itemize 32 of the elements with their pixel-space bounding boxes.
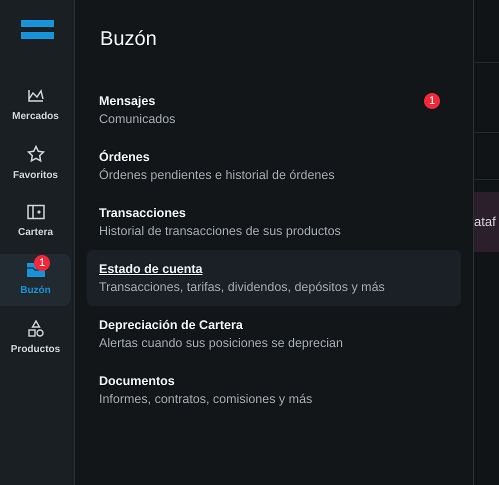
notification-badge: 1 (34, 255, 50, 271)
menu-item[interactable]: Mensajes Comunicados 1 (87, 82, 461, 138)
item-title: Mensajes (99, 93, 156, 110)
menu-item[interactable]: Transacciones Historial de transacciones de sus productos (87, 194, 461, 250)
notification-badge: 1 (424, 93, 440, 109)
shapes-icon (28, 320, 44, 336)
menu-icon[interactable] (20, 20, 54, 39)
drawer-title: Buzón (100, 27, 157, 52)
item-subtitle: Órdenes pendientes e historial de órdenes (99, 167, 335, 184)
menu-item[interactable]: Estado de cuenta Transacciones, tarifas, dividendos, depósitos y más (87, 250, 461, 306)
sidebar-item[interactable]: Favoritos (0, 138, 71, 190)
sidebar-item[interactable]: Productos (0, 312, 71, 364)
sidebar-item[interactable]: Cartera (0, 196, 71, 248)
item-title: Transacciones (99, 205, 186, 222)
sidebar-item[interactable]: Mercados (0, 80, 71, 132)
item-subtitle: Comunicados (99, 111, 176, 128)
menu-item[interactable]: Órdenes Órdenes pendientes e historial de órdenes (87, 138, 461, 194)
wallet-icon (26, 204, 44, 220)
item-title: Estado de cuenta (99, 261, 202, 278)
item-title: Depreciación de Cartera (99, 317, 243, 334)
item-subtitle: Informes, contratos, comisiones y más (99, 391, 312, 408)
menu-item[interactable]: Documentos Informes, contratos, comisiones y más (87, 362, 461, 418)
chart-icon (26, 88, 44, 104)
item-subtitle: Transacciones, tarifas, dividendos, depósitos y más (99, 279, 385, 296)
item-subtitle: Alertas cuando sus posiciones se deprecian (99, 335, 343, 352)
item-subtitle: Historial de transacciones de sus productos (99, 223, 341, 240)
partial-text: ataf (474, 213, 496, 232)
sidebar-item[interactable]: Buzón 1 (0, 254, 71, 306)
menu-item[interactable]: Depreciación de Cartera Alertas cuando sus posiciones se deprecian (87, 306, 461, 362)
item-title: Documentos (99, 373, 175, 390)
item-title: Órdenes (99, 148, 150, 166)
star-icon (26, 145, 44, 163)
